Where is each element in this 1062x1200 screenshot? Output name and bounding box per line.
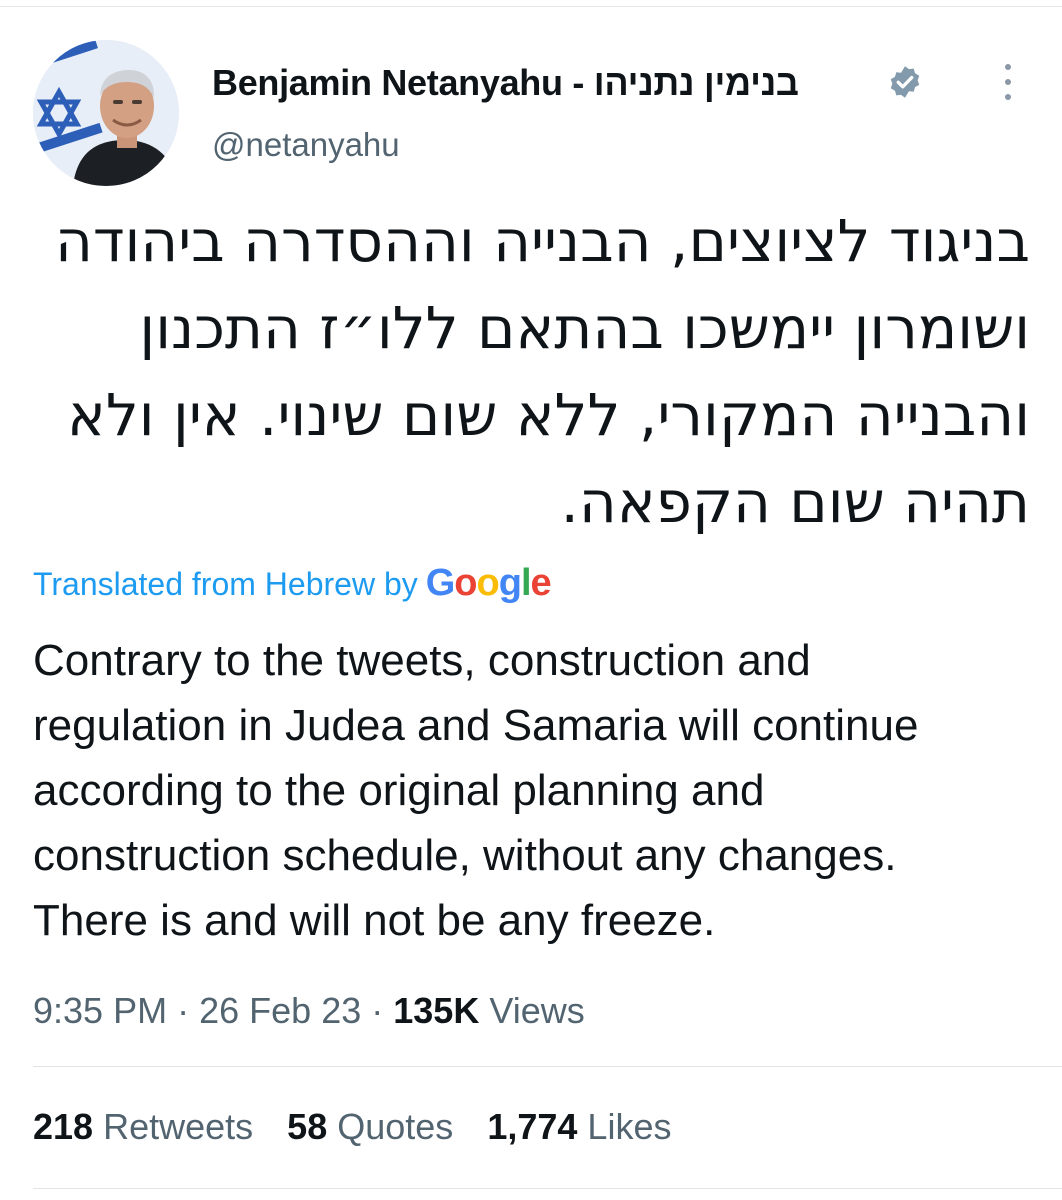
translation-label: Translated from Hebrew by (33, 566, 418, 602)
avatar[interactable] (33, 40, 179, 186)
translation-line: construction schedule, without any chang… (33, 831, 897, 880)
tweet-meta: 9:35 PM · 26 Feb 23 · 135K Views (33, 990, 585, 1032)
google-logo-letter: l (520, 562, 532, 604)
quotes-label: Quotes (337, 1106, 454, 1147)
google-logo-letter: o (476, 562, 500, 604)
hebrew-line: והבנייה המקורי, ללא שום שינוי. אין ולא (67, 381, 1030, 449)
tweet-date[interactable]: 26 Feb 23 (199, 990, 361, 1031)
google-logo-letter: o (454, 562, 477, 604)
meta-separator: · (177, 990, 190, 1031)
quotes-count: 58 (287, 1106, 328, 1147)
hebrew-line: בניגוד לציוצים, הבנייה וההסדרה ביהודה (54, 207, 1030, 275)
dot-icon (1005, 79, 1011, 85)
views-count: 135K (393, 990, 480, 1031)
translation-line: Contrary to the tweets, construction and (33, 636, 811, 685)
dot-icon (1005, 64, 1011, 70)
avatar-photo (33, 40, 179, 186)
hebrew-line: ושומרון יימשכו בהתאם ללו״ז התכנון (139, 294, 1030, 362)
engagement-stats: 218 Retweets 58 Quotes 1,774 Likes (33, 1106, 671, 1148)
google-logo-letter: g (498, 562, 522, 604)
retweets-label: Retweets (103, 1106, 254, 1147)
more-options-icon[interactable] (990, 62, 1026, 102)
verified-badge-icon (890, 66, 920, 98)
translation-line: according to the original planning and (33, 766, 765, 815)
translation-line: There is and will not be any freeze. (33, 896, 716, 945)
retweets-count: 218 (33, 1106, 94, 1147)
tweet-text-hebrew: בניגוד לציוצים, הבנייה וההסדרה ביהודה וש… (30, 198, 1030, 546)
views-label: Views (489, 990, 585, 1031)
meta-separator: · (371, 990, 384, 1031)
likes-count: 1,774 (487, 1106, 578, 1147)
dot-icon (1005, 94, 1011, 100)
translation-attribution[interactable]: Translated from Hebrew by Google (33, 562, 552, 605)
divider (33, 1188, 1062, 1189)
hebrew-line: תהיה שום הקפאה. (560, 468, 1031, 536)
likes-label: Likes (587, 1106, 672, 1147)
tweet-text-translation: Contrary to the tweets, construction and… (33, 628, 1043, 953)
tweet-time[interactable]: 9:35 PM (33, 990, 167, 1031)
likes-stat[interactable]: 1,774 Likes (487, 1106, 671, 1148)
author-handle[interactable]: @netanyahu (212, 126, 400, 164)
google-logo-letter: e (530, 562, 552, 604)
author-display-name[interactable]: Benjamin Netanyahu - בנימין נתניהו (212, 62, 799, 104)
quotes-stat[interactable]: 58 Quotes (287, 1106, 453, 1148)
translation-line: regulation in Judea and Samaria will con… (33, 701, 919, 750)
top-divider (0, 0, 1062, 7)
google-logo-letter: G (425, 562, 456, 604)
retweets-stat[interactable]: 218 Retweets (33, 1106, 253, 1148)
google-logo: Google (425, 562, 552, 605)
divider (33, 1066, 1062, 1067)
